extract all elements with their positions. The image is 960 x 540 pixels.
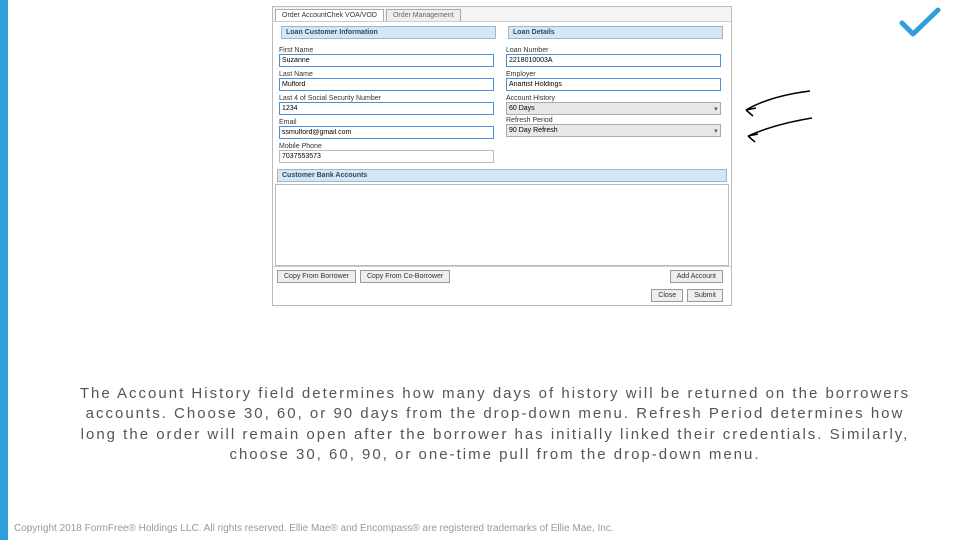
slide-caption: The Account History field determines how… [70,384,920,465]
tab-bar: Order AccountChek VOA/VOD Order Manageme… [273,7,731,22]
bank-accounts-list [275,184,729,266]
accent-bar [0,0,8,540]
label-first-name: First Name [279,47,498,54]
refresh-period-value: 90 Day Refresh [509,127,558,134]
label-ssn: Last 4 of Social Security Number [279,95,498,102]
copyright-text: Copyright 2018 FormFree® Holdings LLC. A… [14,523,614,534]
checkmark-logo [898,6,942,40]
close-button[interactable]: Close [651,289,683,302]
label-email: Email [279,119,498,126]
label-loan-number: Loan Number [506,47,725,54]
app-window: Order AccountChek VOA/VOD Order Manageme… [272,6,732,306]
chevron-down-icon: ▾ [714,127,718,135]
ssn-input[interactable] [279,102,494,115]
account-history-value: 60 Days [509,105,535,112]
submit-button[interactable]: Submit [687,289,723,302]
tab-order-accountchek[interactable]: Order AccountChek VOA/VOD [275,9,384,21]
add-account-button[interactable]: Add Account [670,270,723,283]
label-employer: Employer [506,71,725,78]
copy-from-coborrower-button[interactable]: Copy From Co-Borrower [360,270,450,283]
callout-arrows [740,86,820,156]
first-name-input[interactable] [279,54,494,67]
chevron-down-icon: ▾ [714,105,718,113]
copy-from-borrower-button[interactable]: Copy From Borrower [277,270,356,283]
account-history-select[interactable]: 60 Days ▾ [506,102,721,115]
section-loan-details: Loan Details [508,26,723,39]
last-name-input[interactable] [279,78,494,91]
section-bank-accounts: Customer Bank Accounts [277,169,727,182]
section-customer-info: Loan Customer Information [281,26,496,39]
phone-input[interactable] [279,150,494,163]
refresh-period-select[interactable]: 90 Day Refresh ▾ [506,124,721,137]
label-refresh-period: Refresh Period [506,117,725,124]
label-account-history: Account History [506,95,725,102]
tab-order-management[interactable]: Order Management [386,9,461,21]
loan-number-input[interactable] [506,54,721,67]
label-last-name: Last Name [279,71,498,78]
label-phone: Mobile Phone [279,143,498,150]
email-input[interactable] [279,126,494,139]
employer-input[interactable] [506,78,721,91]
